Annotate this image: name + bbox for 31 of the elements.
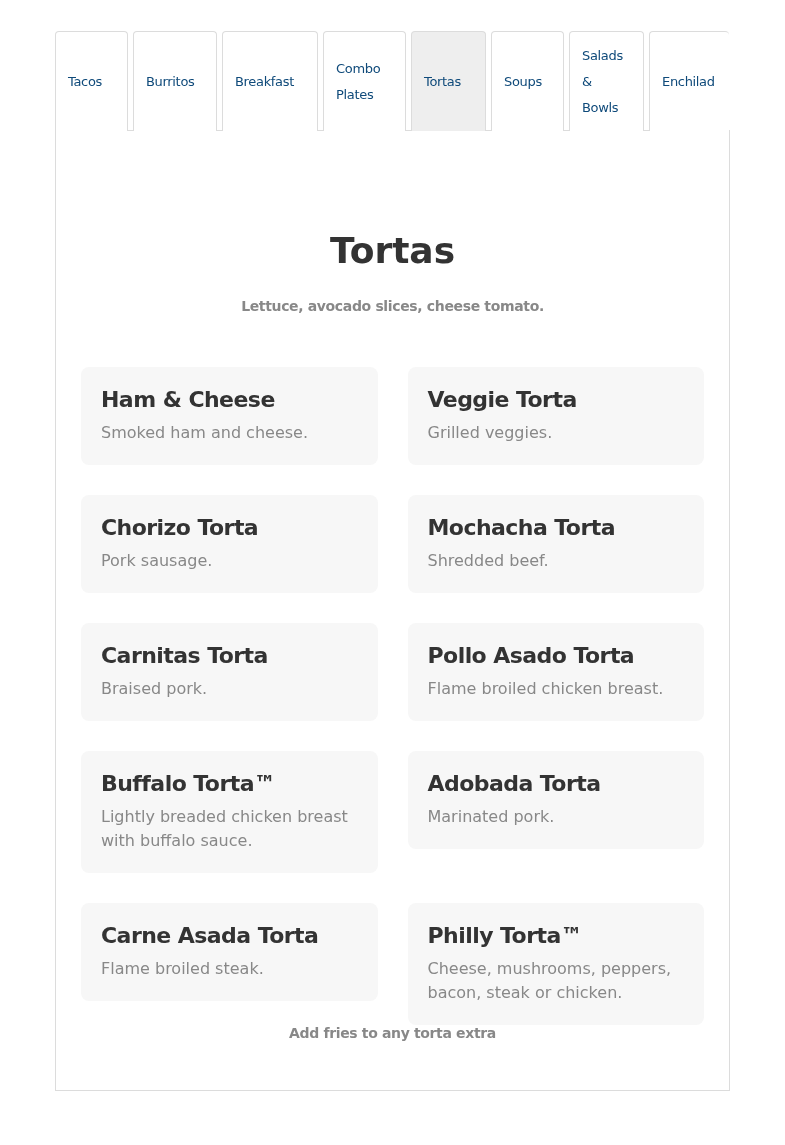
item-name: Ham & Cheese — [101, 386, 276, 414]
item-name: Buffalo Torta™ — [101, 770, 277, 798]
item-description: Pork sausage. — [101, 550, 214, 572]
item-description: Smoked ham and cheese. — [101, 422, 309, 444]
item-name: Carnitas Torta — [101, 642, 269, 670]
item-name: Mochacha Torta — [427, 514, 616, 542]
item-description: Flame broiled chicken breast. — [427, 678, 665, 700]
menu-tab[interactable]: Breakfast — [222, 31, 318, 131]
item-name: Pollo Asado Torta — [427, 642, 636, 670]
item-name: Chorizo Torta — [101, 514, 260, 542]
menu-tab[interactable]: Salads & Bowls — [569, 31, 644, 131]
menu-tab[interactable]: Combo Plates — [323, 31, 406, 131]
menu-tab[interactable]: Tortas — [411, 31, 486, 131]
item-name: Philly Torta™ — [427, 922, 584, 950]
item-description: Lightly breaded chicken breast with buffalo sauce. — [101, 806, 349, 852]
item-description: Shredded beef. — [427, 550, 550, 572]
section-subtitle: Lettuce, avocado slices, cheese tomato. — [241, 297, 544, 316]
item-description: Marinated pork. — [427, 806, 556, 828]
item-name: Carne Asada Torta — [101, 922, 320, 950]
item-description: Flame broiled steak. — [101, 958, 265, 980]
menu-tab[interactable]: Soups — [491, 31, 564, 131]
item-description: Cheese, mushrooms, peppers, bacon, steak or chicken. — [427, 958, 673, 1004]
menu-tab[interactable]: Tacos — [55, 31, 128, 131]
menu-tab[interactable]: Burritos — [133, 31, 217, 131]
item-description: Braised pork. — [101, 678, 209, 700]
item-description: Grilled veggies. — [427, 422, 554, 444]
item-name: Adobada Torta — [427, 770, 602, 798]
section-note: Add fries to any torta extra — [289, 1024, 496, 1043]
section-title: Tortas — [329, 229, 456, 273]
menu-tab[interactable]: Enchilad — [649, 31, 729, 131]
item-name: Veggie Torta — [427, 386, 578, 414]
